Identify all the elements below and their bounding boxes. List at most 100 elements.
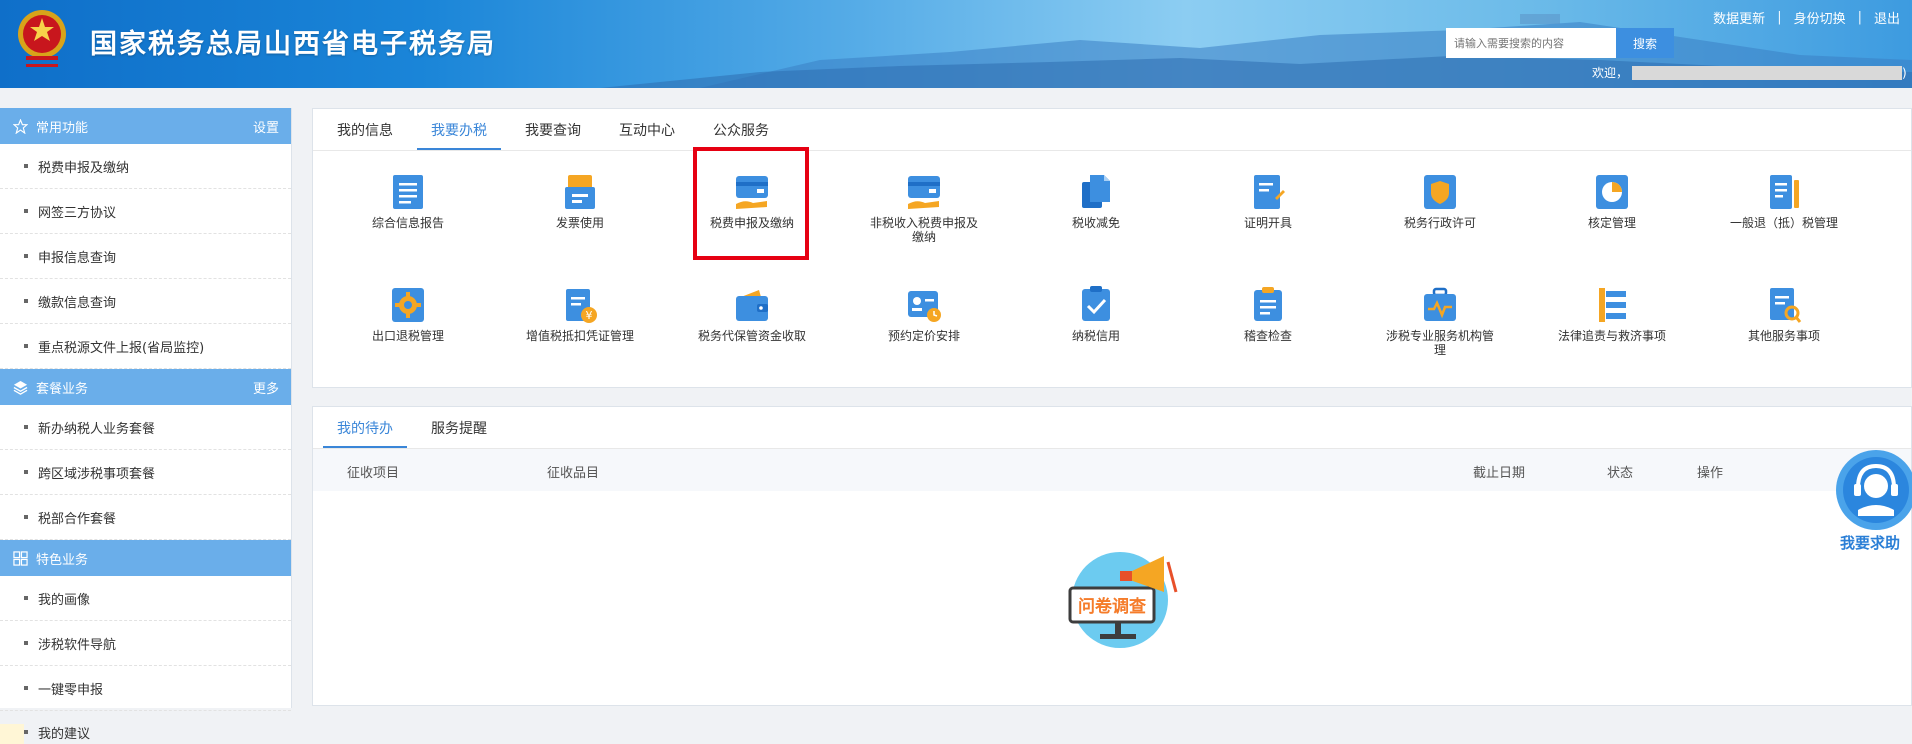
- tab-query[interactable]: 我要查询: [511, 120, 595, 150]
- service-comprehensive-report[interactable]: 综合信息报告: [353, 172, 463, 230]
- tab-interaction[interactable]: 互动中心: [605, 120, 689, 150]
- service-general-refund[interactable]: 一般退（抵）税管理: [1729, 172, 1839, 230]
- top-banner: 国家税务总局山西省电子税务局 数据更新 | 身份切换 | 退出 搜索 欢迎， ): [0, 0, 1912, 88]
- column-header: 状态: [1607, 466, 1634, 481]
- sidebar-item[interactable]: 跨区域涉税事项套餐: [0, 450, 291, 495]
- sidebar-header-title: 常用功能: [36, 120, 89, 136]
- briefcase-icon: [1424, 287, 1456, 321]
- document-list-icon: [393, 175, 423, 209]
- service-export-refund[interactable]: 出口退税管理: [353, 285, 463, 343]
- survey-banner[interactable]: 问卷调查: [1060, 550, 1180, 660]
- service-label: 纳税信用: [1071, 329, 1120, 343]
- search-button[interactable]: 搜索: [1616, 28, 1674, 58]
- tab-my-todo[interactable]: 我的待办: [323, 418, 407, 448]
- sidebar: 常用功能 设置 税费申报及缴纳 网签三方协议 申报信息查询 缴款信息查询 重点税…: [0, 108, 292, 711]
- service-label: 税务行政许可: [1403, 216, 1476, 230]
- sidebar-item[interactable]: 新办纳税人业务套餐: [0, 405, 291, 450]
- sidebar-item[interactable]: 我的画像: [0, 576, 291, 621]
- service-invoice[interactable]: 发票使用: [525, 172, 635, 230]
- service-label: 一般退（抵）税管理: [1729, 216, 1838, 230]
- tab-tax-handling[interactable]: 我要办税: [417, 120, 501, 150]
- service-label: 发票使用: [555, 216, 604, 230]
- column-header: 征收品目: [547, 466, 600, 481]
- service-inspection[interactable]: 稽查检查: [1213, 285, 1323, 343]
- yuan-clipboard-icon: ¥: [566, 289, 597, 323]
- shield-icon: [1424, 175, 1456, 209]
- service-label: 证明开具: [1243, 216, 1292, 230]
- logout-link[interactable]: 退出: [1874, 8, 1900, 27]
- service-label: 非税收入税费申报及缴纳: [869, 216, 978, 244]
- service-professional-agency[interactable]: 涉税专业服务机构管理: [1385, 285, 1495, 357]
- grid-icon: [12, 550, 28, 566]
- service-label: 核定管理: [1587, 216, 1636, 230]
- card-hand-icon: [908, 176, 940, 209]
- sidebar-item-feedback[interactable]: 我的建议: [0, 720, 292, 744]
- sidebar-item[interactable]: 网签三方协议: [0, 189, 291, 234]
- sidebar-header-title: 特色业务: [36, 552, 89, 568]
- service-tax-credit[interactable]: 纳税信用: [1041, 285, 1151, 343]
- layers-icon: [12, 379, 28, 395]
- service-label: 综合信息报告: [371, 216, 444, 230]
- help-label[interactable]: 我要求助: [1840, 532, 1900, 553]
- link-separator: |: [1857, 10, 1862, 25]
- service-vat-deduction[interactable]: ¥ 增值税抵扣凭证管理: [525, 285, 635, 343]
- service-label: 税务代保管资金收取: [697, 329, 806, 343]
- data-update-link[interactable]: 数据更新: [1713, 8, 1765, 27]
- service-label: 出口退税管理: [371, 329, 444, 343]
- settings-link[interactable]: 设置: [253, 117, 279, 136]
- welcome-tail: ): [1902, 65, 1907, 80]
- welcome-text: 欢迎， ): [1592, 64, 1907, 81]
- service-certificate[interactable]: 证明开具: [1213, 172, 1323, 230]
- tab-my-info[interactable]: 我的信息: [323, 120, 407, 150]
- tab-public-service[interactable]: 公众服务: [699, 120, 783, 150]
- service-label: 增值税抵扣凭证管理: [525, 329, 634, 343]
- checkmark-clipboard-icon: [1082, 286, 1110, 321]
- id-card-clock-icon: [908, 291, 941, 322]
- tab-service-reminder[interactable]: 服务提醒: [417, 418, 501, 448]
- sidebar-item[interactable]: 税部合作套餐: [0, 495, 291, 540]
- redacted-user-name: [1632, 65, 1903, 80]
- sidebar-item[interactable]: 税费申报及缴纳: [0, 144, 291, 189]
- survey-label: 问卷调查: [1078, 596, 1147, 617]
- column-header: 征收项目: [347, 466, 400, 481]
- sidebar-header-special: 特色业务: [0, 540, 291, 576]
- wallet-icon: [736, 290, 768, 321]
- sidebar-item[interactable]: 申报信息查询: [0, 234, 291, 279]
- top-links: 数据更新 | 身份切换 | 退出: [1713, 8, 1900, 27]
- search-input[interactable]: [1446, 28, 1616, 58]
- sidebar-header-common: 常用功能 设置: [0, 108, 291, 144]
- service-custody-funds[interactable]: 税务代保管资金收取: [697, 285, 807, 343]
- sidebar-item[interactable]: 缴款信息查询: [0, 279, 291, 324]
- svg-text:¥: ¥: [586, 309, 593, 322]
- sidebar-item[interactable]: 一键零申报: [0, 666, 291, 711]
- service-admin-license[interactable]: 税务行政许可: [1385, 172, 1495, 230]
- gear-icon: [392, 288, 424, 322]
- switch-identity-link[interactable]: 身份切换: [1794, 8, 1846, 27]
- document-search-icon: [1770, 288, 1802, 323]
- service-label: 涉税专业服务机构管理: [1385, 329, 1494, 357]
- service-label: 稽查检查: [1243, 329, 1292, 343]
- more-link[interactable]: 更多: [253, 378, 279, 397]
- certificate-pen-icon: [1254, 175, 1285, 209]
- copy-documents-icon: [1082, 175, 1110, 208]
- welcome-label: 欢迎，: [1592, 66, 1629, 80]
- sidebar-header-title: 套餐业务: [36, 381, 89, 397]
- invoice-icon: [565, 175, 595, 209]
- tax-emblem-logo: [18, 10, 66, 67]
- service-non-tax-declaration[interactable]: 非税收入税费申报及缴纳: [869, 172, 979, 244]
- clipboard-icon: [1254, 287, 1282, 321]
- sidebar-item[interactable]: 涉税软件导航: [0, 621, 291, 666]
- todo-tabs: 我的待办 服务提醒: [313, 407, 1911, 449]
- service-label: 其他服务事项: [1747, 329, 1820, 343]
- service-other[interactable]: 其他服务事项: [1729, 285, 1839, 343]
- service-pricing-arrangement[interactable]: 预约定价安排: [869, 285, 979, 343]
- service-assessment[interactable]: 核定管理: [1557, 172, 1667, 230]
- star-icon: [12, 118, 28, 134]
- todo-table-header: 征收项目 征收品目 截止日期 状态 操作: [313, 449, 1911, 491]
- sidebar-item[interactable]: 重点税源文件上报(省局监控): [0, 324, 291, 369]
- service-tax-reduction[interactable]: 税收减免: [1041, 172, 1151, 230]
- service-tabs: 我的信息 我要办税 我要查询 互动中心 公众服务: [313, 109, 1911, 151]
- service-legal-remedy[interactable]: 法律追责与救济事项: [1557, 285, 1667, 343]
- legal-list-icon: [1599, 288, 1626, 322]
- column-header: 截止日期: [1473, 466, 1526, 481]
